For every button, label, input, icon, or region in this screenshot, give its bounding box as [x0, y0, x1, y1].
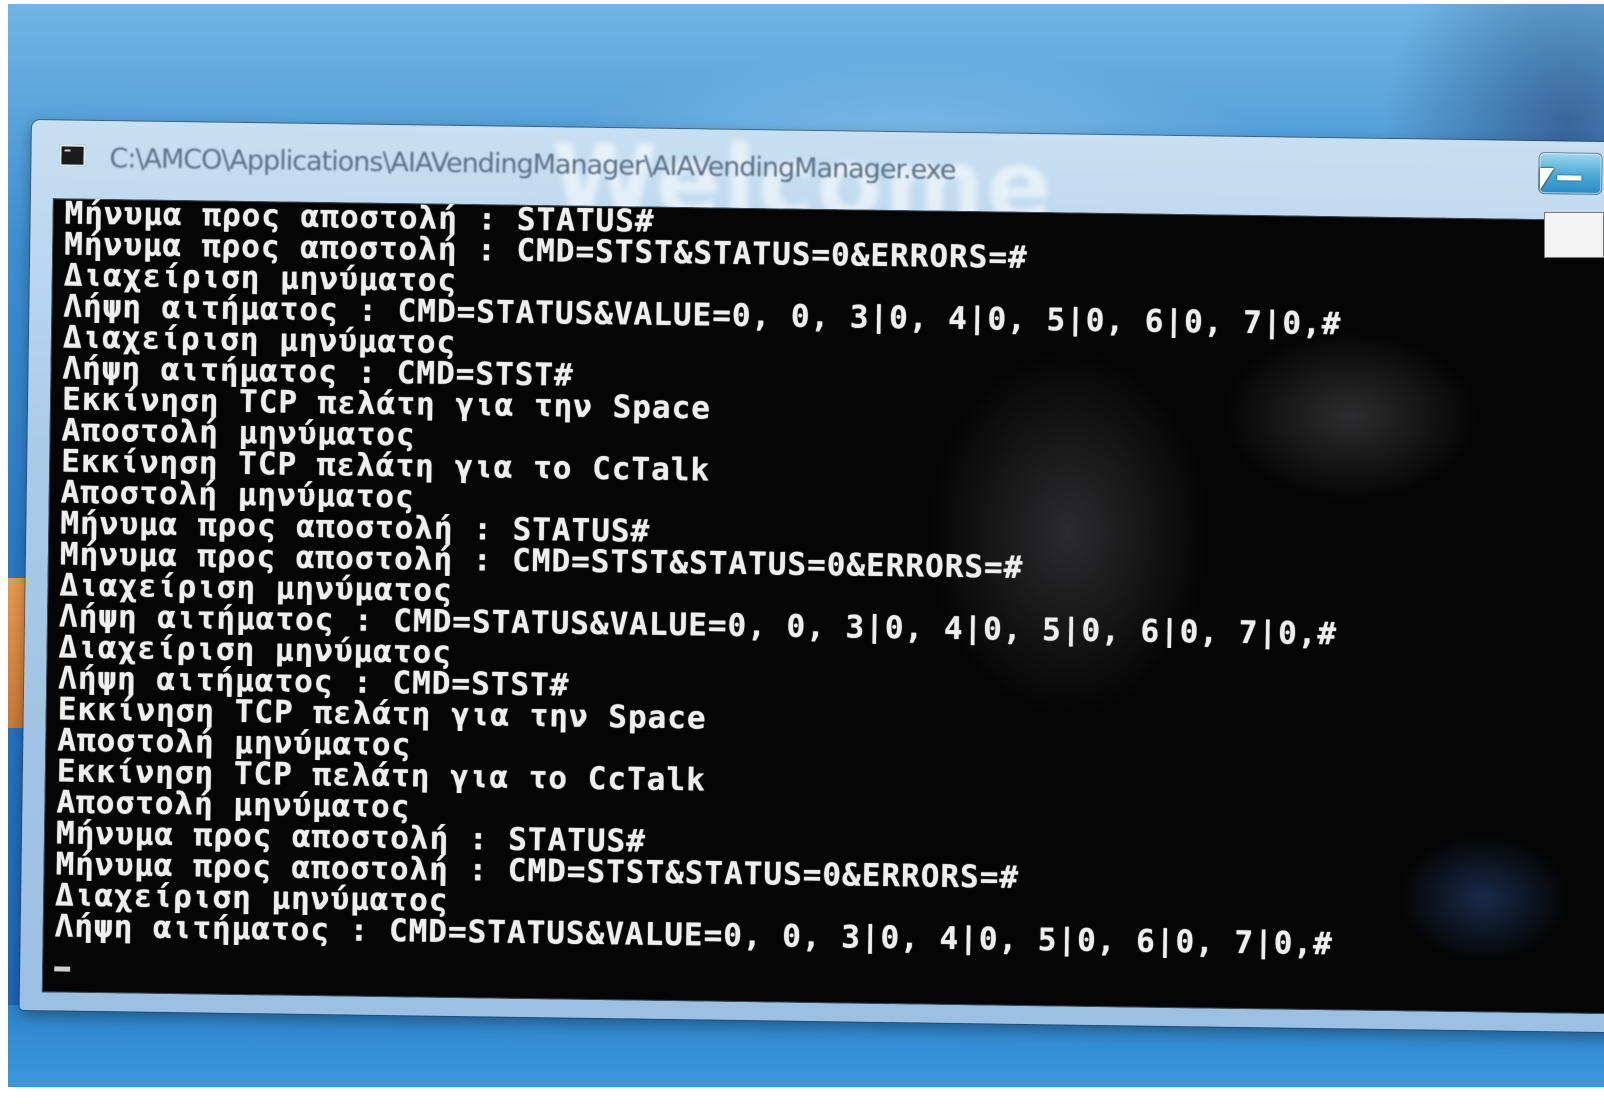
- console-window[interactable]: Welcome C:\AMCO\Applications\AIAVendingM…: [19, 120, 1604, 1033]
- tooltip: [1544, 212, 1604, 258]
- window-title: C:\AMCO\Applications\AIAVendingManager\A…: [109, 143, 956, 186]
- console-log: Μήνυμα προς αποστολή : STATUS# Μήνυμα πρ…: [42, 198, 1604, 995]
- console-output[interactable]: Μήνυμα προς αποστολή : STATUS# Μήνυμα πρ…: [41, 198, 1604, 1015]
- photo-frame: Welcome C:\AMCO\Applications\AIAVendingM…: [0, 0, 1604, 1107]
- text-cursor: [54, 966, 71, 972]
- mouse-pointer-icon: [1540, 168, 1554, 190]
- console-app-icon[interactable]: [59, 144, 86, 167]
